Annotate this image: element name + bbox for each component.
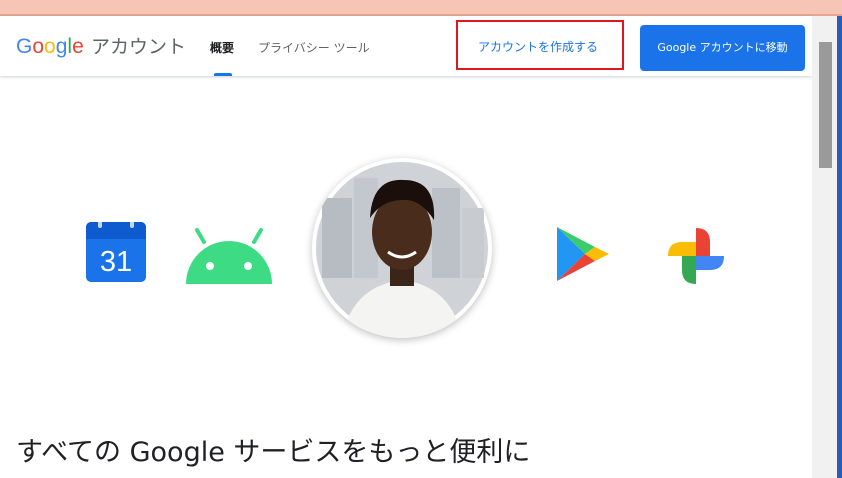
page-headline: すべての Google サービスをもっと便利に <box>16 437 531 468</box>
calendar-day: 31 <box>100 246 132 278</box>
tab-overview[interactable]: 概要 <box>210 40 234 56</box>
android-icon <box>184 228 274 284</box>
scrollbar-thumb[interactable] <box>819 42 832 168</box>
avatar <box>312 158 492 338</box>
active-tab-indicator <box>214 73 232 76</box>
logo-subtitle: アカウント <box>91 36 187 58</box>
google-logo[interactable]: Google <box>16 35 84 59</box>
tab-privacy-tools[interactable]: プライバシー ツール <box>258 40 370 56</box>
photos-icon <box>664 224 728 288</box>
calendar-icon: 31 <box>86 220 146 282</box>
create-account-link[interactable]: アカウントを作成する <box>478 38 598 56</box>
play-store-icon <box>555 225 611 283</box>
window-edge <box>837 16 842 478</box>
top-strip <box>0 0 842 14</box>
go-to-account-button[interactable]: Google アカウントに移動 <box>640 25 805 71</box>
header-bar: Google アカウント 概要 プライバシー ツール アカウントを作成する Go… <box>0 16 812 76</box>
